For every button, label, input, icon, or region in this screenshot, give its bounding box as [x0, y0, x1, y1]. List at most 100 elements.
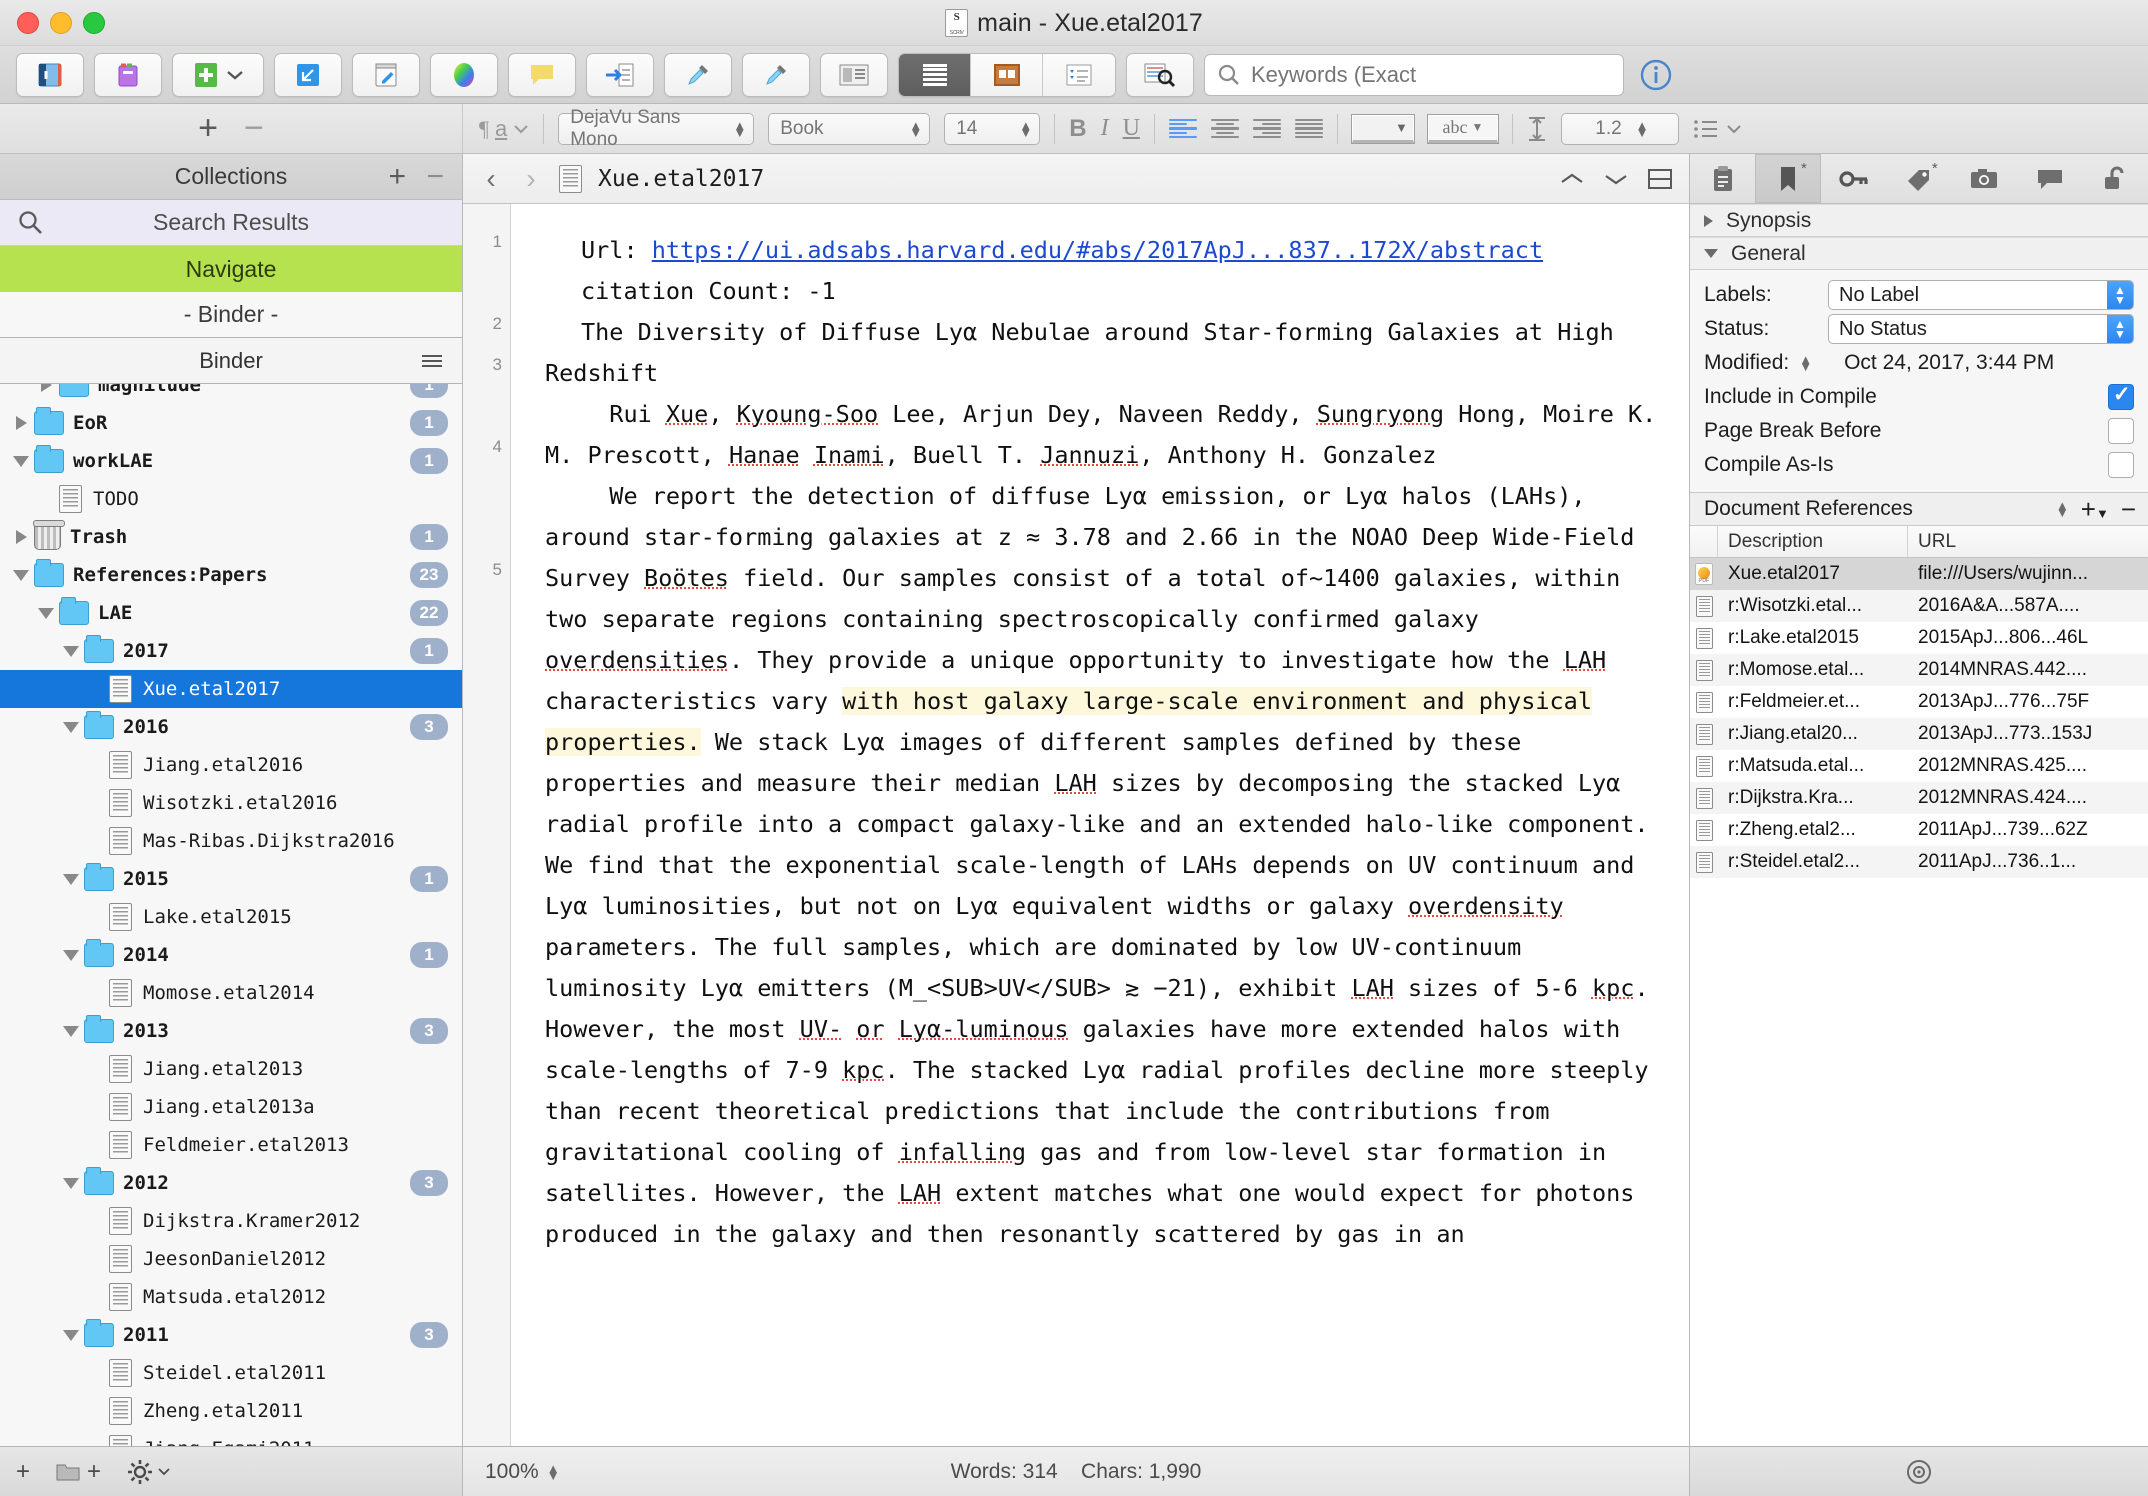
synopsis-section-header[interactable]: Synopsis [1690, 204, 2148, 237]
bullet-list-icon[interactable] [1693, 119, 1742, 139]
line-spacing-select[interactable]: 1.2 ▲▼ [1561, 113, 1679, 145]
labels-select[interactable]: No Label ▲▼ [1828, 280, 2134, 310]
edit-scrivenings-button[interactable] [352, 53, 420, 97]
font-style-select[interactable]: Book ▲▼ [768, 113, 930, 145]
table-row[interactable]: r:Zheng.etal2...2011ApJ...739...62Z [1690, 814, 2148, 846]
highlight-color-picker[interactable]: ▼ [1352, 115, 1414, 143]
binder-item-2011[interactable]: 20113 [0, 1316, 462, 1354]
plus-icon[interactable]: + [16, 1458, 30, 1486]
disclosure-triangle[interactable] [33, 608, 59, 619]
outliner-view-button[interactable] [1043, 54, 1115, 96]
disclosure-triangle[interactable] [8, 570, 34, 581]
bookmarks-tab[interactable]: * [1755, 154, 1820, 203]
binder-item-wisotzki-etal2016[interactable]: Wisotzki.etal2016 [0, 784, 462, 822]
inspector-tabs[interactable]: * [1690, 154, 2148, 204]
binder-item-2013[interactable]: 20133 [0, 1012, 462, 1050]
split-editor-icon[interactable] [1647, 168, 1673, 190]
corkboard-view-button[interactable] [971, 54, 1043, 96]
collection-binder[interactable]: - Binder - [0, 292, 462, 338]
binder-item-2014[interactable]: 20141 [0, 936, 462, 974]
paragraph-style-icon[interactable]: ¶a [479, 116, 529, 142]
binder-item-jiang-etal2013a[interactable]: Jiang.etal2013a [0, 1088, 462, 1126]
highlight-button[interactable] [664, 53, 732, 97]
remove-collection-button[interactable]: − [244, 109, 264, 148]
binder-item-trash[interactable]: Trash1 [0, 518, 462, 556]
text-color-picker[interactable]: abc ▼ [1428, 115, 1498, 143]
table-row[interactable]: r:Matsuda.etal...2012MNRAS.425.... [1690, 750, 2148, 782]
binder-item-jiang-etal2013[interactable]: Jiang.etal2013 [0, 1050, 462, 1088]
align-right-button[interactable] [1253, 119, 1281, 139]
split-to-document-button[interactable] [586, 53, 654, 97]
binder-item-xue-etal2017[interactable]: Xue.etal2017 [0, 670, 462, 708]
binder-item-lake-etal2015[interactable]: Lake.etal2015 [0, 898, 462, 936]
chevron-down-icon[interactable] [226, 69, 244, 81]
comments-tab[interactable] [2017, 154, 2082, 203]
stepper-icon[interactable]: ▲▼ [2056, 502, 2069, 516]
collection-navigate[interactable]: Navigate [0, 246, 462, 292]
italic-button[interactable]: I [1101, 115, 1109, 142]
binder-tree[interactable]: magnitude1EoR1workLAE1TODOTrash1Referenc… [0, 384, 462, 1446]
url-column-header[interactable]: URL [1908, 526, 2148, 557]
add-collection-button[interactable]: + [198, 109, 218, 148]
table-row[interactable]: r:Steidel.etal2...2011ApJ...736..1... [1690, 846, 2148, 878]
table-row[interactable]: r:Wisotzki.etal...2016A&A...587A.... [1690, 590, 2148, 622]
colors-button[interactable] [430, 53, 498, 97]
document-text[interactable]: Url: https://ui.adsabs.harvard.edu/#abs/… [511, 204, 1689, 1446]
binder-item-todo[interactable]: TODO [0, 480, 462, 518]
metadata-tab[interactable]: * [1886, 154, 1951, 203]
align-justify-button[interactable] [1295, 119, 1323, 139]
stepper-icon[interactable]: ▲▼ [1799, 356, 1812, 370]
binder-item-worklae[interactable]: workLAE1 [0, 442, 462, 480]
index-card-button[interactable] [820, 53, 888, 97]
binder-item-2015[interactable]: 20151 [0, 860, 462, 898]
general-section-header[interactable]: General [1690, 237, 2148, 270]
disclosure-triangle[interactable] [58, 1330, 84, 1341]
binder-item-magnitude[interactable]: magnitude1 [0, 384, 462, 404]
binder-item-dijkstra-kramer2012[interactable]: Dijkstra.Kramer2012 [0, 1202, 462, 1240]
minimize-window-button[interactable] [50, 12, 72, 34]
chevron-up-icon[interactable] [1559, 171, 1585, 187]
keyword-search-field[interactable] [1204, 54, 1624, 96]
font-size-select[interactable]: 14 ▲▼ [944, 113, 1040, 145]
inspector-info-button[interactable] [1634, 53, 1678, 97]
disclosure-triangle[interactable] [33, 384, 59, 392]
disclosure-triangle[interactable] [58, 722, 84, 733]
collections-toggle-button[interactable] [94, 53, 162, 97]
table-row[interactable]: r:Feldmeier.et...2013ApJ...776...75F [1690, 686, 2148, 718]
abstract-url-link[interactable]: https://ui.adsabs.harvard.edu/#abs/2017A… [652, 236, 1543, 264]
search-project-button[interactable] [1126, 53, 1194, 97]
remove-collection-button[interactable]: − [426, 160, 444, 194]
snapshots-tab[interactable] [1952, 154, 2017, 203]
binder-item-momose-etal2014[interactable]: Momose.etal2014 [0, 974, 462, 1012]
binder-item-references-papers[interactable]: References:Papers23 [0, 556, 462, 594]
compile-as-is-row[interactable]: Compile As-Is [1704, 448, 2134, 482]
notes-tab[interactable] [1690, 154, 1755, 203]
binder-item-2016[interactable]: 20163 [0, 708, 462, 746]
table-row[interactable]: Xue.etal2017file:///Users/wujinn... [1690, 558, 2148, 590]
remove-reference-button[interactable]: − [2121, 494, 2136, 525]
binder-item-jiang-egami2011[interactable]: Jiang.Egami2011 [0, 1430, 462, 1446]
collection-search-results[interactable]: Search Results [0, 200, 462, 246]
align-center-button[interactable] [1211, 119, 1239, 139]
chevron-down-icon[interactable] [1603, 171, 1629, 187]
disclosure-triangle[interactable] [8, 530, 34, 544]
binder-item-2012[interactable]: 20123 [0, 1164, 462, 1202]
compose-fullscreen-button[interactable] [274, 53, 342, 97]
disclosure-triangle[interactable] [58, 874, 84, 885]
binder-item-mas-ribas-dijkstra2016[interactable]: Mas-Ribas.Dijkstra2016 [0, 822, 462, 860]
page-break-before-row[interactable]: Page Break Before [1704, 414, 2134, 448]
add-folder-icon[interactable]: + [56, 1458, 101, 1486]
binder-item-jiang-etal2016[interactable]: Jiang.etal2016 [0, 746, 462, 784]
include-in-compile-row[interactable]: Include in Compile [1704, 380, 2134, 414]
lock-tab[interactable] [2083, 154, 2148, 203]
disclosure-triangle[interactable] [8, 416, 34, 430]
table-row[interactable]: r:Jiang.etal20...2013ApJ...773..153J [1690, 718, 2148, 750]
table-row[interactable]: r:Dijkstra.Kra...2012MNRAS.424.... [1690, 782, 2148, 814]
search-input[interactable] [1251, 62, 1611, 88]
disclosure-triangle[interactable] [58, 950, 84, 961]
page-break-before-checkbox[interactable] [2108, 418, 2134, 444]
table-row[interactable]: r:Momose.etal...2014MNRAS.442.... [1690, 654, 2148, 686]
include-in-compile-checkbox[interactable] [2108, 384, 2134, 410]
comment-button[interactable] [508, 53, 576, 97]
disclosure-triangle[interactable] [58, 646, 84, 657]
